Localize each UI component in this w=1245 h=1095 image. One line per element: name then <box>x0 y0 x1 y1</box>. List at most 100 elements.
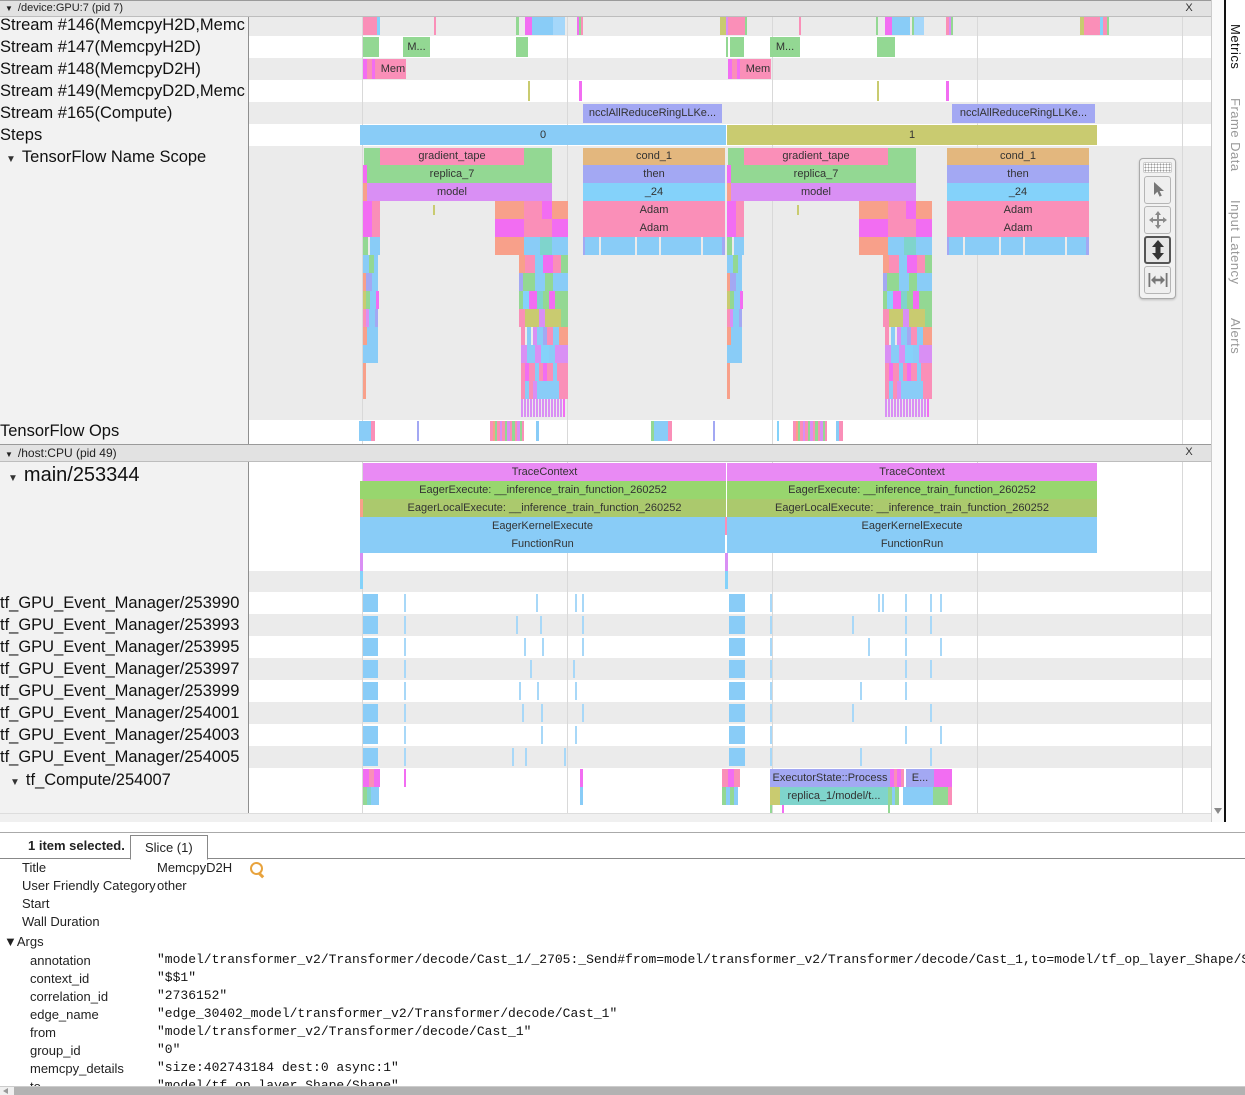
trace-event[interactable] <box>905 594 907 612</box>
trace-event[interactable] <box>404 594 406 612</box>
track-row-label[interactable]: TensorFlow Ops <box>0 420 246 442</box>
trace-event[interactable]: Adam <box>947 201 1089 219</box>
trace-event[interactable] <box>374 769 380 787</box>
trace-event[interactable] <box>372 219 380 237</box>
side-tab-frame-data[interactable]: Frame Data <box>1228 98 1243 172</box>
trace-event[interactable] <box>1025 237 1065 255</box>
trace-event[interactable]: 0 <box>360 125 726 145</box>
trace-event[interactable] <box>404 638 406 656</box>
trace-event[interactable] <box>736 219 744 237</box>
trace-event[interactable] <box>535 273 545 291</box>
trace-event[interactable] <box>525 255 535 273</box>
collapse-arrow-icon[interactable]: ▼ <box>10 777 20 788</box>
trace-event[interactable] <box>770 704 772 722</box>
trace-event[interactable] <box>734 787 738 805</box>
trace-event[interactable] <box>372 273 378 291</box>
track-row-label[interactable]: ▼TensorFlow Name Scope <box>0 146 249 168</box>
trace-event[interactable] <box>528 81 530 101</box>
trace-event[interactable] <box>536 399 538 417</box>
trace-event[interactable] <box>1067 237 1086 255</box>
vertical-scrollbar[interactable] <box>1211 0 1225 822</box>
trace-event[interactable] <box>532 15 553 35</box>
trace-event[interactable]: TraceContext <box>727 463 1097 481</box>
trace-event[interactable]: cond_1 <box>947 148 1089 165</box>
trace-event[interactable] <box>901 769 904 787</box>
trace-event[interactable]: EagerKernelExecute <box>727 517 1097 535</box>
trace-event[interactable] <box>888 201 906 219</box>
trace-event[interactable] <box>404 726 406 744</box>
trace-event[interactable]: FunctionRun <box>360 535 725 553</box>
trace-event[interactable] <box>529 291 537 309</box>
trace-event[interactable] <box>904 237 916 255</box>
trace-event[interactable] <box>965 237 999 255</box>
trace-event[interactable] <box>582 704 584 722</box>
trace-event[interactable] <box>530 399 532 417</box>
side-tab-metrics[interactable]: Metrics <box>1228 24 1243 69</box>
trace-event[interactable] <box>527 327 531 345</box>
trace-event[interactable] <box>900 399 902 417</box>
trace-event[interactable] <box>907 381 923 399</box>
trace-event[interactable]: EagerLocalExecute: __inference_train_fun… <box>727 499 1097 517</box>
trace-event[interactable]: FunctionRun <box>727 535 1097 553</box>
trace-event[interactable] <box>770 616 772 634</box>
trace-event[interactable] <box>524 237 540 255</box>
trace-event[interactable] <box>919 345 932 363</box>
horizontal-scroll-thumb[interactable] <box>14 1087 1245 1095</box>
trace-event[interactable] <box>557 399 559 417</box>
trace-event[interactable] <box>891 345 899 363</box>
trace-event[interactable] <box>555 291 568 309</box>
trace-event[interactable]: Adam <box>947 219 1089 237</box>
trace-event[interactable] <box>575 726 577 744</box>
trace-event[interactable] <box>729 682 745 700</box>
trace-event[interactable] <box>734 237 744 255</box>
trace-event[interactable]: ncclAllReduceRingLLKe... <box>952 104 1095 123</box>
trace-event[interactable] <box>360 571 363 589</box>
trace-event[interactable] <box>524 219 552 237</box>
trace-event[interactable] <box>553 273 568 291</box>
trace-event[interactable] <box>729 638 745 656</box>
drag-handle-icon[interactable] <box>1143 162 1172 173</box>
track-row-label[interactable]: ▼main/253344 <box>0 462 249 488</box>
trace-event[interactable] <box>370 237 380 255</box>
trace-event[interactable] <box>745 15 747 35</box>
trace-event[interactable] <box>736 273 742 291</box>
trace-event[interactable] <box>535 255 543 273</box>
trace-event[interactable] <box>727 345 742 363</box>
trace-event[interactable] <box>433 205 435 215</box>
trace-event[interactable] <box>637 237 659 255</box>
trace-event[interactable] <box>552 219 568 237</box>
trace-event[interactable] <box>940 594 942 612</box>
trace-event[interactable] <box>877 81 879 101</box>
side-tab-alerts[interactable]: Alerts <box>1228 318 1243 354</box>
trace-event[interactable] <box>521 327 525 345</box>
trace-event[interactable] <box>523 273 535 291</box>
trace-event[interactable] <box>895 787 899 805</box>
trace-event[interactable] <box>891 399 893 417</box>
trace-event[interactable] <box>404 616 406 634</box>
trace-event[interactable] <box>363 660 378 678</box>
trace-event[interactable] <box>738 255 742 273</box>
trace-event[interactable] <box>905 638 907 656</box>
trace-event[interactable] <box>539 399 541 417</box>
trace-event[interactable]: Mem <box>380 59 406 79</box>
trace-event[interactable] <box>668 421 672 441</box>
trace-event[interactable] <box>889 255 899 273</box>
track-row-label[interactable]: tf_GPU_Event_Manager/253993 <box>0 614 246 636</box>
args-section-header[interactable]: ▼Args <box>4 934 44 949</box>
scroll-left-icon[interactable] <box>3 1088 8 1094</box>
trace-event[interactable] <box>554 399 556 417</box>
trace-event[interactable] <box>770 660 772 678</box>
trace-event[interactable] <box>525 748 527 766</box>
trace-event[interactable] <box>949 237 963 255</box>
trace-event[interactable] <box>495 237 524 255</box>
trace-event[interactable] <box>909 399 911 417</box>
trace-event[interactable] <box>363 201 372 219</box>
trace-event[interactable] <box>536 421 539 441</box>
trace-event[interactable]: Mem <box>745 59 771 79</box>
track-row-label[interactable]: tf_GPU_Event_Manager/254003 <box>0 724 246 746</box>
trace-event[interactable] <box>585 237 599 255</box>
trace-event[interactable] <box>377 15 380 35</box>
trace-event[interactable] <box>777 421 779 441</box>
trace-event[interactable] <box>729 748 745 766</box>
trace-event[interactable] <box>770 682 772 700</box>
